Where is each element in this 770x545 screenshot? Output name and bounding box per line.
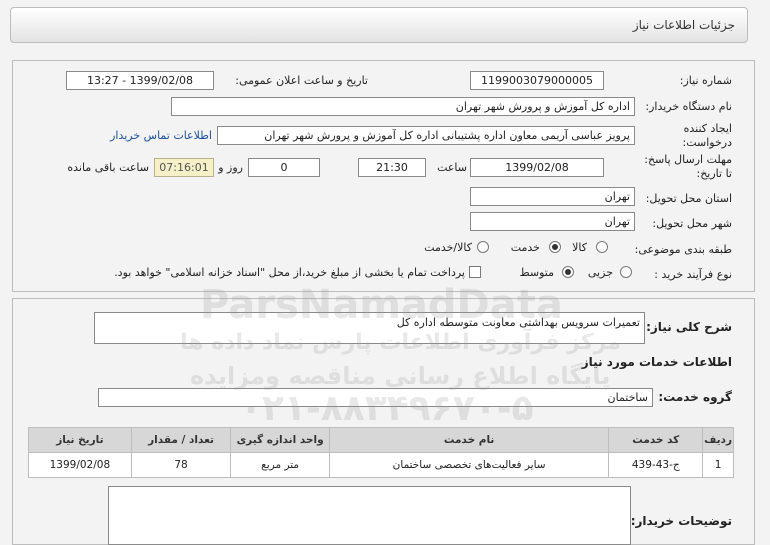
creator-label-2: درخواست:	[682, 136, 732, 149]
buyer-notes-field	[108, 486, 631, 545]
need-number-label: شماره نیاز:	[679, 74, 732, 87]
category-label: طبقه بندی موضوعی:	[634, 243, 732, 256]
deadline-date-field: 1399/02/08	[470, 158, 604, 177]
cell-row: 1	[702, 452, 734, 478]
purchase-type-label: نوع فرآیند خرید :	[654, 268, 732, 281]
announce-label: تاریخ و ساعت اعلان عمومی:	[235, 74, 368, 87]
cell-unit: متر مربع	[230, 452, 330, 478]
treasury-payment-note: پرداخت تمام یا بخشی از مبلغ خرید،از محل …	[114, 266, 465, 279]
col-name-header: نام خدمت	[328, 427, 610, 453]
col-qty-header: تعداد / مقدار	[130, 427, 232, 453]
purchase-medium-radio[interactable]	[562, 266, 574, 278]
category-service-radio[interactable]	[549, 241, 561, 253]
page-title: جزئیات اطلاعات نیاز	[632, 18, 735, 32]
cell-date: 1399/02/08	[28, 452, 132, 478]
deadline-time-label: ساعت	[437, 161, 467, 174]
cell-name: سایر فعالیت‌های تخصصی ساختمان	[328, 452, 610, 478]
purchase-medium-label: متوسط	[519, 266, 554, 279]
remaining-time-label: ساعت باقی مانده	[67, 161, 149, 174]
category-goods-radio[interactable]	[596, 241, 608, 253]
page-header: جزئیات اطلاعات نیاز	[10, 7, 748, 43]
description-label: شرح کلی نیاز:	[646, 320, 732, 334]
col-row-header: ردیف	[702, 427, 734, 453]
deadline-label-2: تا تاریخ:	[696, 167, 732, 180]
creator-label-1: ایجاد کننده	[683, 122, 732, 135]
creator-field: پرویز عباسی آریمی معاون اداره پشتیبانی ا…	[217, 126, 635, 145]
province-field: تهران	[470, 187, 635, 206]
treasury-payment-checkbox[interactable]	[469, 266, 481, 278]
buyer-contact-link[interactable]: اطلاعات تماس خریدار	[110, 129, 212, 142]
category-both-radio[interactable]	[477, 241, 489, 253]
purchase-minor-label: جزیی	[587, 266, 613, 279]
col-unit-header: واحد اندازه گیری	[230, 427, 330, 453]
col-code-header: کد خدمت	[608, 427, 704, 453]
buyer-notes-label: توضیحات خریدار:	[630, 514, 732, 528]
services-title: اطلاعات خدمات مورد نیاز	[581, 355, 732, 369]
city-label: شهر محل تحویل:	[652, 217, 732, 230]
category-service-label: خدمت	[510, 241, 540, 254]
deadline-days-label: روز و	[218, 161, 243, 174]
services-table: ردیف کد خدمت نام خدمت واحد اندازه گیری ت…	[28, 427, 734, 478]
deadline-label-1: مهلت ارسال پاسخ:	[644, 153, 732, 166]
buyer-label: نام دستگاه خریدار:	[645, 100, 732, 113]
province-label: استان محل تحویل:	[645, 192, 732, 205]
table-row: 1 ج-43-439 سایر فعالیت‌های تخصصی ساختمان…	[28, 452, 734, 478]
need-number-field: 1199003079000005	[470, 71, 604, 90]
description-field: تعمیرات سرویس بهداشتی معاونت متوسطه ادار…	[94, 312, 645, 344]
service-group-field: ساختمان	[98, 388, 653, 407]
cell-qty: 78	[130, 452, 232, 478]
deadline-time-field: 21:30	[358, 158, 426, 177]
table-header-row: ردیف کد خدمت نام خدمت واحد اندازه گیری ت…	[28, 427, 734, 453]
category-goods-label: کالا	[572, 241, 587, 254]
deadline-days-field: 0	[248, 158, 320, 177]
service-group-label: گروه خدمت:	[658, 390, 732, 404]
col-date-header: تاریخ نیاز	[28, 427, 132, 453]
buyer-field: اداره کل آموزش و پرورش شهر تهران	[171, 97, 635, 116]
remaining-time-field: 07:16:01	[154, 158, 214, 177]
cell-code: ج-43-439	[608, 452, 704, 478]
purchase-minor-radio[interactable]	[620, 266, 632, 278]
announce-field: 1399/02/08 - 13:27	[66, 71, 214, 90]
category-both-label: کالا/خدمت	[424, 241, 472, 254]
city-field: تهران	[470, 212, 635, 231]
